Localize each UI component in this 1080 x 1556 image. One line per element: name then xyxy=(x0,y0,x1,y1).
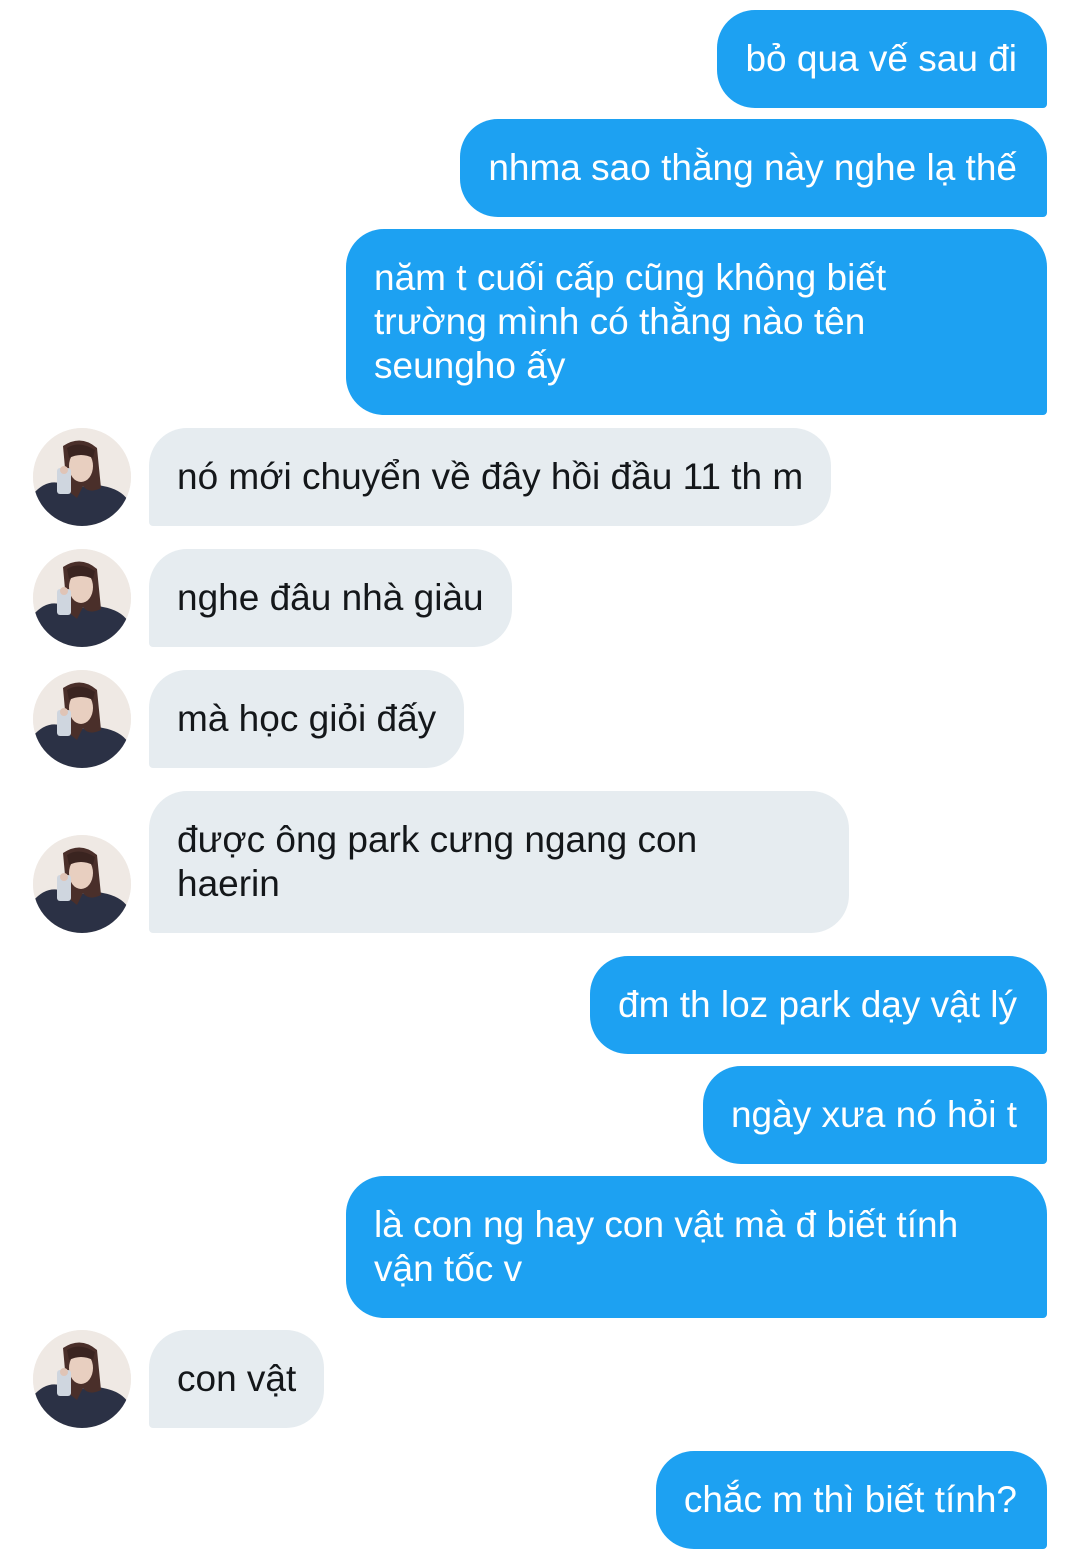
message-bubble-outgoing[interactable]: là con ng hay con vật mà đ biết tính vận… xyxy=(346,1176,1047,1318)
message-bubble-incoming[interactable]: nó mới chuyển về đây hồi đầu 11 th m xyxy=(149,428,832,526)
contact-avatar[interactable] xyxy=(33,549,131,647)
message-bubble-outgoing[interactable]: bỏ qua vế sau đi xyxy=(717,10,1047,108)
message-bubble-incoming[interactable]: mà học giỏi đấy xyxy=(149,670,465,768)
message-bubble-outgoing[interactable]: ngày xưa nó hỏi t xyxy=(702,1066,1047,1164)
message-bubble-outgoing[interactable]: đm th loz park dạy vật lý xyxy=(590,956,1047,1054)
contact-avatar[interactable] xyxy=(33,428,131,526)
contact-avatar[interactable] xyxy=(33,1330,131,1428)
message-bubble-outgoing[interactable]: năm t cuối cấp cũng không biết trường mì… xyxy=(346,229,1047,415)
message-bubble-outgoing[interactable]: nhma sao thằng này nghe lạ thế xyxy=(460,119,1047,217)
message-bubble-incoming[interactable]: được ông park cưng ngang con haerin xyxy=(149,791,849,933)
avatar-image xyxy=(33,670,131,768)
message-bubble-outgoing[interactable]: chắc m thì biết tính? xyxy=(655,1451,1047,1549)
message-bubble-incoming[interactable]: nghe đâu nhà giàu xyxy=(149,549,512,647)
message-bubble-incoming[interactable]: con vật xyxy=(149,1330,325,1428)
avatar-image xyxy=(33,835,131,933)
contact-avatar[interactable] xyxy=(33,670,131,768)
contact-avatar[interactable] xyxy=(33,835,131,933)
avatar-image xyxy=(33,1330,131,1428)
avatar-image xyxy=(33,549,131,647)
avatar-image xyxy=(33,428,131,526)
